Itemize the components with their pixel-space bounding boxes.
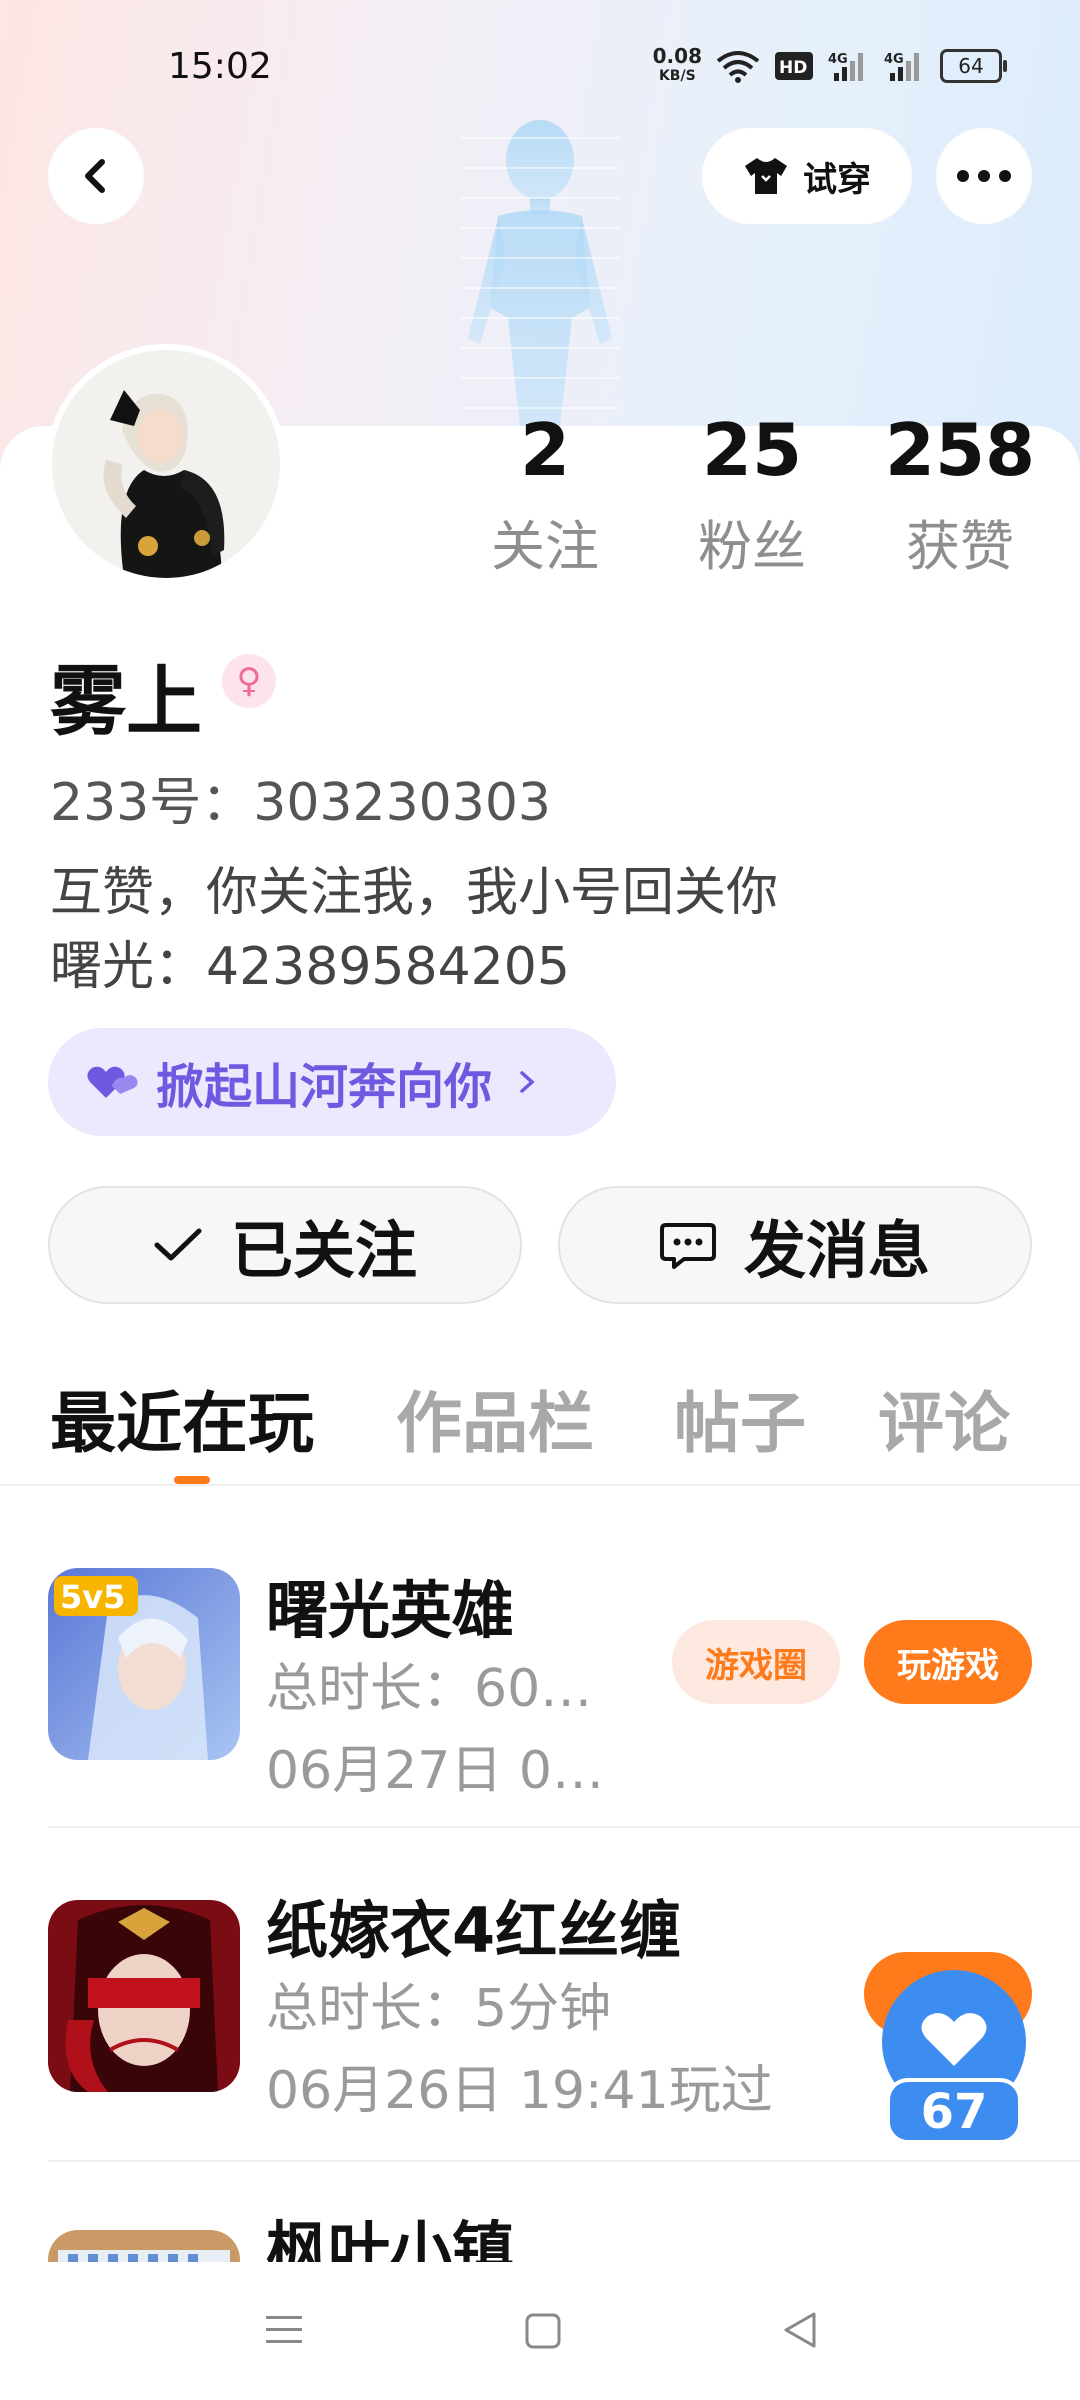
- tshirt-icon: [745, 158, 787, 194]
- stat-fans-value: 25: [701, 408, 803, 492]
- tab-posts[interactable]: 帖子: [674, 1370, 806, 1466]
- game-icon-image: [48, 1900, 240, 2092]
- signal-4g-icon: 4G: [828, 52, 863, 81]
- game-last-played: 06月27日 0…: [266, 1741, 604, 1801]
- system-nav-bar: [0, 2262, 1080, 2400]
- game-last-played: 06月26日 19:41玩过: [266, 2061, 773, 2121]
- play-game-button[interactable]: 玩游戏: [864, 1620, 1032, 1704]
- avatar[interactable]: [52, 350, 280, 578]
- intimacy-tag-label: 掀起山河奔向你: [156, 1059, 493, 1115]
- female-icon: ♀: [222, 654, 276, 708]
- svg-text:4G: 4G: [884, 52, 904, 67]
- stat-following-label: 关注: [491, 515, 599, 578]
- game-duration: 总时长：60…: [266, 1659, 593, 1719]
- chat-bubble-icon: [659, 1223, 716, 1269]
- list-item[interactable]: 5v5 曙光英雄 总时长：60… 06月27日 0… 游戏圈 玩游戏: [0, 1560, 1080, 1801]
- stat-likes[interactable]: 258 获赞: [880, 410, 1040, 581]
- tab-works[interactable]: 作品栏: [396, 1370, 594, 1466]
- stat-likes-label: 获赞: [906, 515, 1014, 578]
- more-dots-icon: [957, 170, 1011, 182]
- bio-line-1: 互赞，你关注我，我小号回关你: [50, 863, 779, 923]
- row-divider: [48, 2160, 1080, 2162]
- followed-button[interactable]: 已关注: [48, 1186, 522, 1304]
- stat-following[interactable]: 2 关注: [480, 410, 610, 581]
- list-item[interactable]: 枫叶小镇: [0, 2200, 1080, 2262]
- game-icon-image: 5v5: [48, 1568, 240, 1760]
- like-count: 67: [920, 2084, 988, 2140]
- game-title[interactable]: 曙光英雄: [266, 1560, 514, 1650]
- game-icon-zhijiayi[interactable]: [48, 1900, 240, 2092]
- try-on-label: 试穿: [803, 159, 871, 200]
- send-message-button[interactable]: 发消息: [558, 1186, 1032, 1304]
- tab-recent-played[interactable]: 最近在玩: [50, 1370, 314, 1466]
- chevron-left-icon: [85, 159, 105, 193]
- tab-comments[interactable]: 评论: [878, 1370, 1010, 1466]
- nickname: 雾上: [50, 657, 202, 746]
- dressup-avatar-figure: [460, 120, 620, 428]
- stat-likes-value: 258: [884, 408, 1036, 492]
- bio-line-2: 曙光：42389584205: [50, 937, 570, 997]
- heart-pair-icon: [87, 1066, 138, 1098]
- game-duration: 总时长：5分钟: [266, 1979, 612, 2039]
- stat-fans[interactable]: 25 粉丝: [682, 410, 822, 581]
- game-icon-shuguang[interactable]: 5v5: [48, 1568, 240, 1760]
- status-icons: 0.08 KB/S HD 4G 4G 64: [653, 44, 1007, 88]
- game-badge: 5v5: [60, 1578, 125, 1616]
- status-time: 15:02: [168, 46, 272, 87]
- tabs-divider: [0, 1484, 1080, 1486]
- battery-icon: 64: [940, 49, 1007, 83]
- profile-tabs: 最近在玩 作品栏 帖子 评论: [0, 1370, 1080, 1484]
- net-speed: 0.08 KB/S: [653, 46, 702, 86]
- home-icon[interactable]: [524, 2312, 562, 2350]
- back-nav-icon[interactable]: [780, 2310, 820, 2350]
- svg-text:4G: 4G: [828, 52, 848, 67]
- send-message-label: 发消息: [743, 1214, 930, 1287]
- game-icon-fengye[interactable]: [48, 2230, 240, 2262]
- wifi-icon: [716, 51, 760, 83]
- check-icon: [154, 1228, 202, 1261]
- game-circle-button[interactable]: 游戏圈: [672, 1620, 840, 1704]
- chevron-right-icon: [520, 1071, 535, 1093]
- game-title[interactable]: 枫叶小镇: [266, 2200, 514, 2262]
- intimacy-tag[interactable]: 掀起山河奔向你: [48, 1028, 616, 1136]
- hd-icon: HD: [775, 52, 813, 80]
- menu-icon[interactable]: [264, 2312, 304, 2348]
- try-on-button[interactable]: 试穿: [702, 128, 912, 224]
- svg-text:HD: HD: [779, 58, 807, 78]
- signal-4g-icon: 4G: [884, 52, 919, 81]
- net-speed-unit: KB/S: [658, 68, 696, 84]
- game-title[interactable]: 纸嫁衣4红丝缠: [266, 1880, 681, 1970]
- followed-label: 已关注: [230, 1214, 417, 1287]
- active-tab-indicator: [174, 1476, 210, 1484]
- like-float-button[interactable]: 67: [882, 1966, 1032, 2146]
- back-button[interactable]: [48, 128, 144, 224]
- net-speed-value: 0.08: [652, 44, 702, 68]
- stat-following-value: 2: [519, 408, 571, 492]
- row-divider: [48, 1826, 1080, 1828]
- game-icon-image: [48, 2230, 240, 2262]
- stat-fans-label: 粉丝: [698, 515, 806, 578]
- avatar-image: [52, 350, 280, 578]
- more-button[interactable]: [936, 128, 1032, 224]
- user-id: 233号：303230303: [50, 773, 552, 833]
- bio: 互赞，你关注我，我小号回关你 曙光：42389584205: [50, 856, 778, 1004]
